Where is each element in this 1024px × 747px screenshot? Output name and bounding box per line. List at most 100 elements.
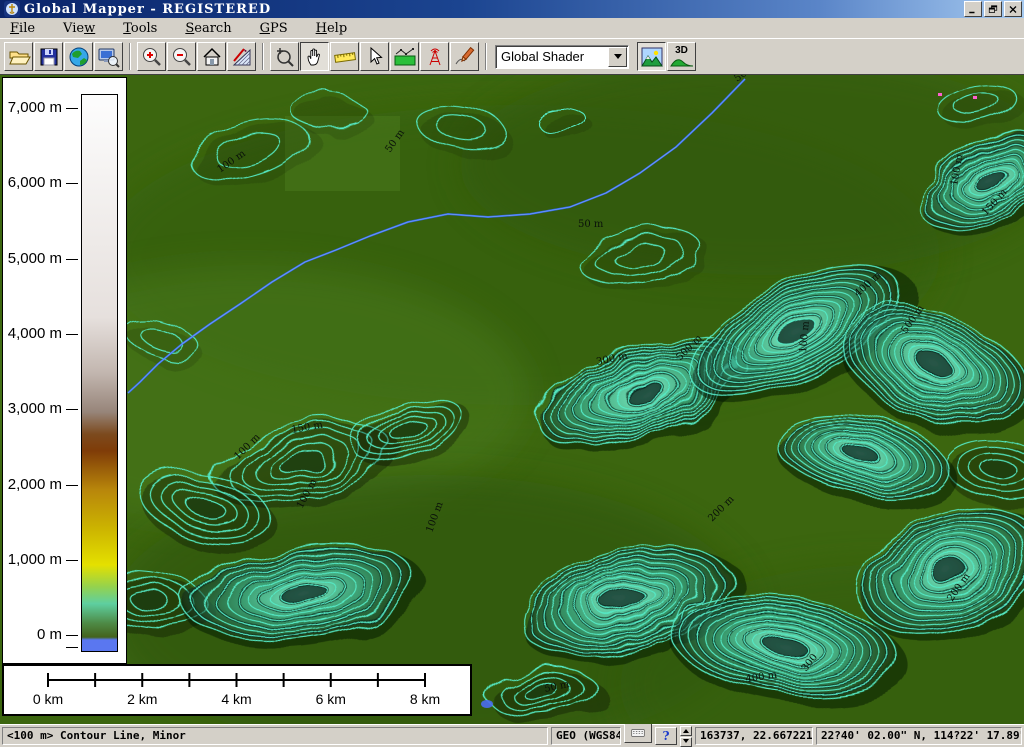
world-data-button[interactable] — [64, 42, 93, 71]
landscape-icon — [640, 45, 664, 69]
legend-tick-label: 5,000 m — [0, 251, 62, 267]
open-icon — [7, 45, 31, 69]
legend-tick-label: 6,000 m — [0, 175, 62, 191]
map-canvas[interactable]: 50 m100 m50 m50 m300 m500 m400 m500 m100… — [0, 75, 1024, 724]
legend-tick — [66, 409, 78, 410]
menu-item-gps[interactable]: GPS — [258, 20, 290, 37]
restore-button[interactable] — [984, 1, 1002, 17]
legend-tick — [66, 183, 78, 184]
toolbar-separator — [485, 43, 487, 70]
title-bar[interactable]: Global Mapper - REGISTERED — [0, 0, 1024, 18]
menu-item-help[interactable]: Help — [314, 20, 350, 37]
legend-tick-label: 4,000 m — [0, 326, 62, 342]
hill-icon — [670, 55, 694, 67]
scale-label: 8 km — [410, 691, 440, 707]
legend-tick-label: 7,000 m — [0, 100, 62, 116]
menu-item-search[interactable]: Search — [183, 20, 233, 37]
antenna-icon — [423, 45, 447, 69]
pointer-button[interactable] — [360, 42, 389, 71]
legend-tick — [66, 259, 78, 260]
window-title: Global Mapper - REGISTERED — [24, 2, 962, 17]
menu-bar: File View Tools Search GPS Help — [0, 18, 1024, 38]
ruler-icon — [333, 45, 357, 69]
chevron-down-icon — [614, 54, 622, 63]
view-shed-button[interactable] — [420, 42, 449, 71]
spinner-up-button[interactable] — [680, 726, 692, 736]
pencil-icon — [453, 45, 477, 69]
scale-label: 2 km — [127, 691, 157, 707]
chevron-down-icon — [683, 739, 689, 746]
zoom-out-button[interactable] — [167, 42, 196, 71]
world-icon — [67, 45, 91, 69]
restore-icon — [988, 5, 998, 14]
close-button[interactable] — [1004, 1, 1022, 17]
status-hint: <100 m> Contour Line, Minor — [2, 727, 548, 745]
legend-tick — [66, 647, 78, 648]
legend-tick-label: 3,000 m — [0, 401, 62, 417]
legend-tick — [66, 485, 78, 486]
menu-item-file[interactable]: File — [8, 20, 37, 37]
path-profile-button[interactable] — [390, 42, 419, 71]
spinner-down-button[interactable] — [680, 737, 692, 747]
legend-tick-label: 1,000 m — [0, 552, 62, 568]
shader-combobox-value: Global Shader — [496, 46, 607, 68]
keyboard-icon — [631, 727, 645, 739]
close-icon — [1008, 5, 1018, 14]
overlay-control-center-icon — [97, 45, 121, 69]
zoom-tool-button[interactable] — [270, 42, 299, 71]
contour-label: 50 m — [578, 219, 604, 230]
legend-tick-label: 2,000 m — [0, 477, 62, 493]
zoom-in-button[interactable] — [137, 42, 166, 71]
scale-bar: 0 km 2 km 4 km 6 km 8 km — [2, 664, 472, 716]
elevation-legend — [2, 77, 127, 664]
chevron-up-icon — [683, 726, 689, 733]
keyboard-button[interactable] — [624, 723, 652, 743]
legend-tick — [66, 334, 78, 335]
status-cursor-xy: 163737, 22.66722137 ) — [695, 727, 813, 745]
ruler-pencil-icon — [230, 45, 254, 69]
overlay-control-center-button[interactable] — [94, 42, 123, 71]
global-mapper-window: Global Mapper - REGISTERED File View Tools… — [0, 0, 1024, 744]
texture-map-button[interactable] — [637, 42, 666, 71]
zoom-in-icon — [140, 45, 164, 69]
shader-combobox-dropdown-button[interactable] — [608, 47, 627, 67]
minimize-button[interactable] — [964, 1, 982, 17]
save-button[interactable] — [34, 42, 63, 71]
home-icon — [200, 45, 224, 69]
open-button[interactable] — [4, 42, 33, 71]
magnifier-plus-icon — [273, 45, 297, 69]
view-3d-button[interactable]: 3D — [667, 42, 696, 71]
help-button[interactable]: ? — [655, 727, 677, 745]
view-3d-label: 3D — [675, 46, 688, 55]
pan-button[interactable] — [300, 42, 329, 71]
scale-label: 0 km — [33, 691, 63, 707]
menu-item-tools[interactable]: Tools — [121, 20, 159, 37]
menu-item-view[interactable]: View — [61, 20, 97, 37]
legend-tick — [66, 560, 78, 561]
zoom-out-icon — [170, 45, 194, 69]
measure-button[interactable] — [330, 42, 359, 71]
hand-icon — [303, 45, 327, 69]
map-client-area: 50 m100 m50 m50 m300 m500 m400 m500 m100… — [0, 74, 1024, 724]
legend-tick — [66, 635, 78, 636]
status-projection: GEO (WGS84 — [551, 727, 621, 745]
minimize-icon — [968, 5, 978, 14]
legend-tick-label: 0 m — [0, 627, 62, 643]
elevation-gradient-bar — [81, 94, 118, 652]
status-cursor-latlon: 22?40' 02.00" N, 114?22' 17.89" E — [816, 727, 1022, 745]
arrow-cursor-icon — [363, 45, 387, 69]
full-view-button[interactable] — [197, 42, 226, 71]
digitizer-button[interactable] — [450, 42, 479, 71]
save-icon — [37, 45, 61, 69]
question-mark-icon: ? — [662, 729, 669, 743]
shader-combobox[interactable]: Global Shader — [495, 45, 629, 69]
toolbar-separator — [262, 43, 264, 70]
app-icon — [4, 1, 20, 17]
toolbar-separator — [129, 43, 131, 70]
path-profile-icon — [393, 45, 417, 69]
scale-label: 4 km — [221, 691, 251, 707]
toolbar: Global Shader 3D — [0, 38, 1024, 74]
scale-label: 6 km — [316, 691, 346, 707]
zoom-to-scale-button[interactable] — [227, 42, 256, 71]
status-bar: <100 m> Contour Line, Minor GEO (WGS84 ?… — [0, 724, 1024, 746]
